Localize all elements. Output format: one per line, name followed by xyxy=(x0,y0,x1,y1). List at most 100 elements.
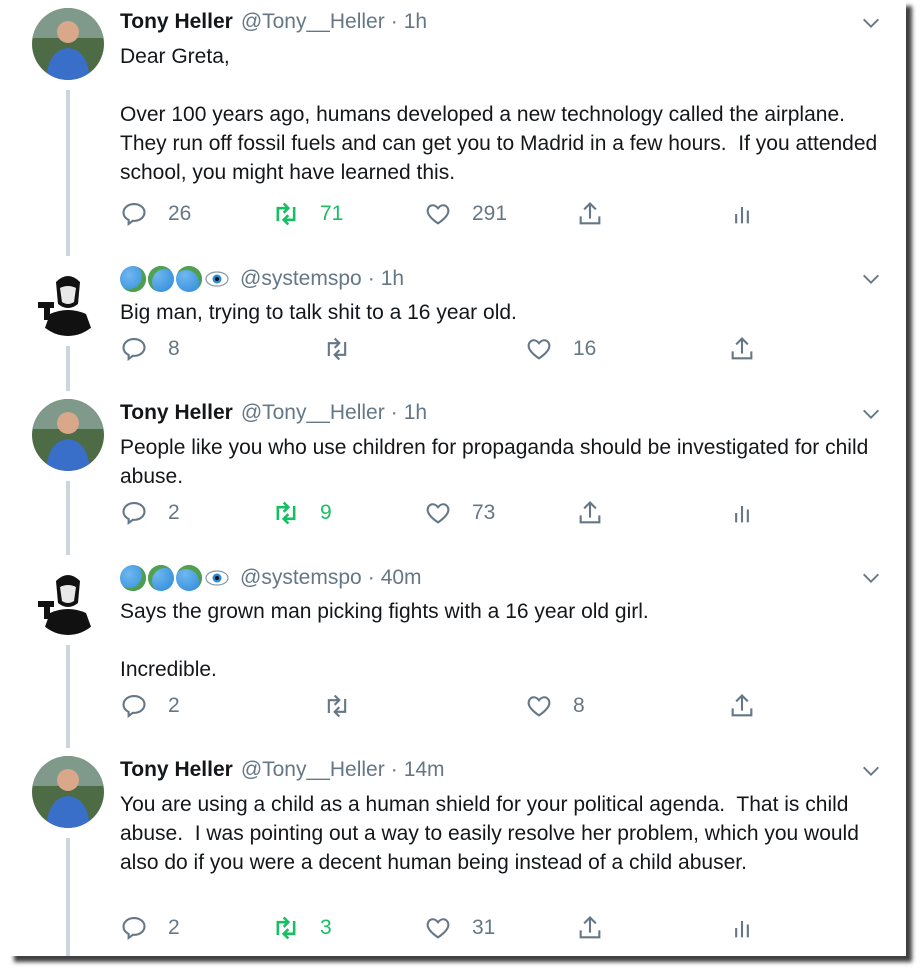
author-name[interactable]: Tony Heller xyxy=(120,10,233,34)
separator: · xyxy=(390,401,398,424)
reply-button[interactable]: 2 xyxy=(120,499,180,527)
like-button[interactable]: 73 xyxy=(424,499,495,527)
reply-icon xyxy=(122,338,146,362)
avatar[interactable] xyxy=(32,399,104,471)
analytics-icon xyxy=(735,921,749,938)
reply-count: 26 xyxy=(168,202,192,225)
retweet-button[interactable]: 3 xyxy=(272,914,332,942)
share-icon xyxy=(731,694,753,717)
globe-icon xyxy=(120,266,146,292)
author-handle[interactable]: @Tony__Heller xyxy=(241,758,385,782)
analytics-button[interactable] xyxy=(728,914,756,942)
analytics-icon xyxy=(735,506,749,523)
reply-button[interactable]: 2 xyxy=(120,914,180,942)
share-button[interactable] xyxy=(728,692,756,720)
reply-button[interactable]: 26 xyxy=(120,200,191,228)
reply-button[interactable]: 8 xyxy=(120,335,180,363)
heart-icon xyxy=(426,204,450,225)
author-name[interactable]: Tony Heller xyxy=(120,758,233,782)
timestamp[interactable]: 14m xyxy=(404,758,445,782)
display-name-emoji[interactable] xyxy=(120,266,230,292)
share-icon xyxy=(579,501,601,524)
tweet-header: Tony Heller @Tony__Heller · 1h xyxy=(120,10,427,34)
reply-count: 2 xyxy=(168,501,180,524)
like-count: 291 xyxy=(472,202,508,225)
timestamp[interactable]: 40m xyxy=(381,566,422,590)
retweet-icon xyxy=(276,202,296,226)
chevron-down-icon[interactable] xyxy=(860,567,882,589)
heart-icon xyxy=(527,339,551,360)
thread-line xyxy=(66,481,70,555)
eye-icon xyxy=(205,271,229,287)
eye-icon xyxy=(205,570,229,586)
globe-icon xyxy=(120,565,146,591)
chevron-down-icon[interactable] xyxy=(860,12,882,34)
like-count: 73 xyxy=(472,501,496,524)
like-count: 16 xyxy=(573,337,597,360)
retweet-button[interactable]: 9 xyxy=(272,499,332,527)
globe-icon xyxy=(176,565,202,591)
globe-icon xyxy=(148,565,174,591)
separator: · xyxy=(390,758,398,781)
globe-icon xyxy=(176,266,202,292)
tweet[interactable]: Tony Heller @Tony__Heller · 14m You are … xyxy=(8,748,906,956)
retweet-icon xyxy=(276,501,296,525)
timestamp[interactable]: 1h xyxy=(404,401,427,425)
like-count: 8 xyxy=(573,694,585,717)
tweet[interactable]: @systemspo · 40m Says the grown man pick… xyxy=(8,555,906,748)
retweet-icon xyxy=(327,694,347,718)
retweet-button[interactable] xyxy=(323,692,351,720)
avatar[interactable] xyxy=(32,264,104,336)
author-handle[interactable]: @Tony__Heller xyxy=(241,401,385,425)
tweet-header: @systemspo · 40m xyxy=(120,565,422,591)
share-button[interactable] xyxy=(576,200,604,228)
share-icon xyxy=(579,916,601,939)
author-handle[interactable]: @Tony__Heller xyxy=(241,10,385,34)
tweet-text: You are using a child as a human shield … xyxy=(120,793,865,874)
separator: · xyxy=(390,10,398,33)
like-button[interactable]: 8 xyxy=(525,692,585,720)
thread-line xyxy=(66,90,70,256)
author-handle[interactable]: @systemspo xyxy=(240,267,362,291)
analytics-icon xyxy=(735,207,749,224)
share-button[interactable] xyxy=(728,335,756,363)
share-button[interactable] xyxy=(576,499,604,527)
reply-icon xyxy=(122,695,146,719)
share-icon xyxy=(579,202,601,225)
thread-line xyxy=(66,346,70,391)
author-name[interactable]: Tony Heller xyxy=(120,401,233,425)
avatar[interactable] xyxy=(32,563,104,635)
like-button[interactable]: 291 xyxy=(424,200,507,228)
chevron-down-icon[interactable] xyxy=(860,403,882,425)
tweet[interactable]: Tony Heller @Tony__Heller · 1h People li… xyxy=(8,391,906,555)
tweet-text: Says the grown man picking fights with a… xyxy=(120,600,649,681)
avatar[interactable] xyxy=(32,8,104,80)
analytics-button[interactable] xyxy=(728,499,756,527)
reply-count: 2 xyxy=(168,916,180,939)
heart-icon xyxy=(426,918,450,939)
tweet[interactable]: Tony Heller @Tony__Heller · 1h Dear Gret… xyxy=(8,0,906,256)
retweet-count: 71 xyxy=(320,202,344,225)
like-count: 31 xyxy=(472,916,496,939)
tweet-header: Tony Heller @Tony__Heller · 1h xyxy=(120,401,427,425)
author-handle[interactable]: @systemspo xyxy=(240,566,362,590)
analytics-button[interactable] xyxy=(728,200,756,228)
chevron-down-icon[interactable] xyxy=(860,268,882,290)
like-button[interactable]: 16 xyxy=(525,335,596,363)
globe-icon xyxy=(148,266,174,292)
tweet-text: Big man, trying to talk shit to a 16 yea… xyxy=(120,301,517,324)
display-name-emoji[interactable] xyxy=(120,565,230,591)
tweet[interactable]: @systemspo · 1h Big man, trying to talk … xyxy=(8,256,906,391)
tweet-header: @systemspo · 1h xyxy=(120,266,404,292)
retweet-count: 3 xyxy=(320,916,332,939)
like-button[interactable]: 31 xyxy=(424,914,495,942)
retweet-button[interactable] xyxy=(323,335,351,363)
retweet-button[interactable]: 71 xyxy=(272,200,343,228)
share-button[interactable] xyxy=(576,914,604,942)
reply-button[interactable]: 2 xyxy=(120,692,180,720)
timestamp[interactable]: 1h xyxy=(404,10,427,34)
heart-icon xyxy=(527,696,551,717)
timestamp[interactable]: 1h xyxy=(381,267,404,291)
avatar[interactable] xyxy=(32,756,104,828)
chevron-down-icon[interactable] xyxy=(860,760,882,782)
